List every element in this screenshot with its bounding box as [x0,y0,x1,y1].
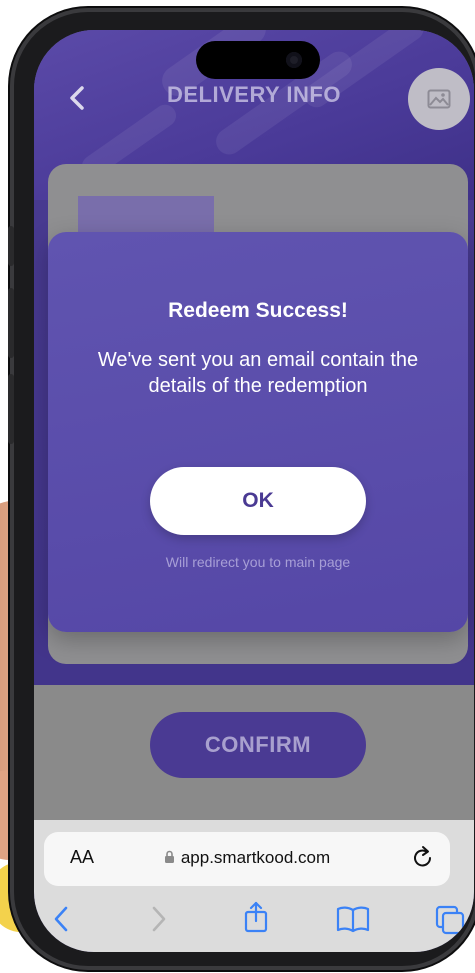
modal-title: Redeem Success! [168,299,348,322]
address-bar[interactable]: AA app.smartkood.com [44,832,450,886]
back-arrow-icon[interactable] [52,904,72,939]
image-placeholder-icon [427,89,451,109]
success-modal: Redeem Success! We've sent you an email … [48,232,468,632]
avatar-button[interactable] [408,68,470,130]
url-text: app.smartkood.com [180,848,331,867]
reload-icon[interactable] [412,845,434,874]
mute-switch [8,226,14,266]
browser-toolbar [34,900,474,940]
ok-button[interactable]: OK [150,467,366,535]
dynamic-island [196,41,320,79]
volume-up-button [8,288,14,358]
lock-icon [164,849,175,869]
photo-stage: DELIVERY INFO CONFIRM Redeem Success! We… [0,0,475,973]
safari-bottom-bar: AA app.smartkood.com [34,820,474,952]
bookmarks-icon[interactable] [336,904,370,939]
redirect-note: Will redirect you to main page [165,554,351,570]
camera-icon [286,52,302,68]
card-placeholder-bar [78,196,214,232]
phone-frame: DELIVERY INFO CONFIRM Redeem Success! We… [8,8,475,970]
forward-arrow-icon[interactable] [148,904,168,939]
url-text-container: app.smartkood.com [44,848,450,869]
volume-down-button [8,374,14,444]
phone-screen: DELIVERY INFO CONFIRM Redeem Success! We… [34,30,474,952]
confirm-button[interactable]: CONFIRM [150,712,366,778]
share-icon[interactable] [242,900,270,939]
tabs-icon[interactable] [434,904,466,941]
modal-message: We've sent you an email contain the deta… [97,349,419,397]
